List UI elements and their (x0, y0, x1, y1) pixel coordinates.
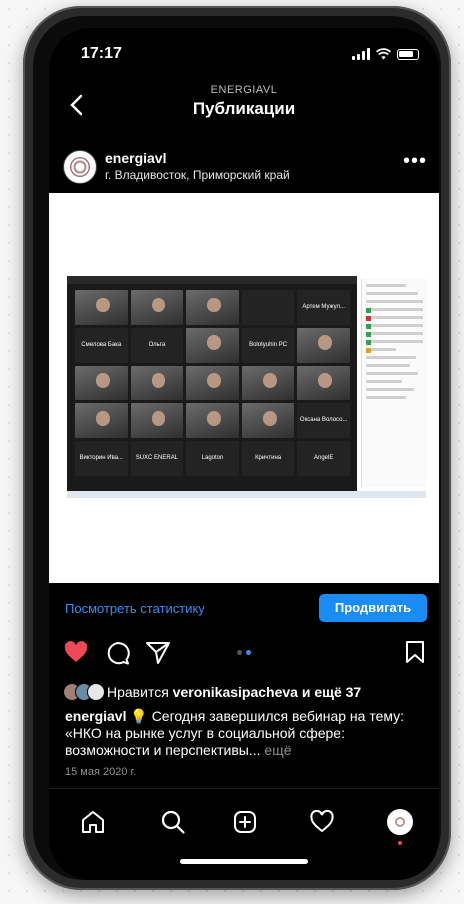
zoom-participant-name: Викторин Ива... (79, 455, 124, 462)
battery-icon (397, 49, 419, 60)
carousel-dots (237, 650, 251, 655)
app-screen: 17:17 ENERGIAVL Публикации energiavl г. … (49, 28, 439, 880)
post-image[interactable]: Артем Мужул... Смелова Бака Ольга Bolotyuhi… (49, 193, 439, 583)
search-icon[interactable] (160, 809, 186, 835)
signal-icon (352, 48, 370, 60)
zoom-participant-name: Ольга (148, 341, 166, 348)
zoom-title-bar (67, 276, 357, 284)
zoom-participant-tile (186, 365, 239, 401)
zoom-participant-name: Lagoton (201, 455, 224, 462)
zoom-participant-tile (186, 327, 239, 363)
zoom-participant-tile (241, 403, 295, 439)
home-icon[interactable] (80, 809, 106, 835)
zoom-participant-tile (75, 365, 128, 401)
post-header: energiavl г. Владивосток, Приморский кра… (49, 148, 439, 194)
profile-avatar-icon[interactable] (387, 809, 413, 835)
share-icon[interactable] (145, 640, 171, 666)
zoom-participant-tile (75, 403, 128, 439)
account-name: ENERGIAVL (210, 84, 278, 96)
status-icons (352, 48, 419, 60)
activity-heart-icon[interactable] (309, 809, 335, 835)
zoom-participant-tile: Артем Мужул... (297, 290, 350, 325)
zoom-participant-tile: AngelE (297, 441, 350, 476)
zoom-participant-tile (130, 290, 184, 325)
post-location[interactable]: г. Владивосток, Приморский край (105, 168, 290, 182)
home-indicator (180, 859, 308, 864)
post-caption: energiavl 💡 Сегодня завершился вебинар н… (65, 708, 425, 759)
zoom-gallery: Артем Мужул... Смелова Бака Ольга Bolotyuhi… (75, 290, 350, 476)
zoom-participant-tile (130, 365, 184, 401)
zoom-participant-tile: SUXC ENERAL (130, 441, 184, 476)
zoom-participant-name: AngelE (314, 455, 334, 462)
more-options-icon[interactable]: ••• (403, 150, 427, 173)
zoom-participant-name: Bolotyuhin PC (249, 341, 288, 348)
zoom-participant-name: Артем Мужул... (302, 303, 345, 310)
zoom-participant-tile (130, 403, 184, 439)
liker-avatars (63, 683, 105, 701)
nav-header: ENERGIAVL Публикации (49, 84, 439, 130)
post-date: 15 мая 2020 г. (65, 766, 137, 778)
zoom-participant-name: Кричтина (255, 455, 282, 462)
zoom-participant-tile: Bolotyuhin PC (241, 327, 295, 363)
zoom-participant-name: Смелова Бака (81, 341, 122, 348)
zoom-participant-name: Оксана Волосо... (299, 417, 348, 424)
likes-count[interactable]: и ещё 37 (302, 684, 361, 700)
post-actions: Посмотреть статистику Продвигать (49, 594, 439, 624)
zoom-participant-tile (297, 365, 350, 401)
zoom-participant-tile (186, 290, 239, 325)
zoom-participant-tile (241, 290, 295, 325)
caption-username[interactable]: energiavl (65, 708, 126, 724)
zoom-participant-tile (241, 365, 295, 401)
heart-filled-icon[interactable] (63, 640, 89, 664)
zoom-participant-tile: Lagoton (186, 441, 239, 476)
zoom-participants-panel (361, 279, 427, 487)
comment-icon[interactable] (105, 640, 131, 666)
caption-more-link[interactable]: ещё (264, 742, 291, 758)
zoom-participant-name: SUXC ENERAL (135, 455, 179, 462)
reaction-icons (49, 640, 439, 670)
notification-dot (398, 841, 402, 845)
zoom-participant-tile (186, 403, 239, 439)
zoom-participant-tile: Оксана Волосо... (297, 403, 350, 439)
zoom-participant-tile: Смелова Бака (75, 327, 128, 363)
status-bar: 17:17 (49, 42, 439, 66)
zoom-participant-tile (297, 327, 350, 363)
windows-taskbar (67, 491, 426, 498)
view-statistics-link[interactable]: Посмотреть статистику (65, 601, 205, 616)
zoom-participant-tile: Кричтина (241, 441, 295, 476)
page-title: Публикации (192, 99, 296, 118)
logo-mark (70, 157, 90, 177)
likes-summary[interactable]: Нравится veronikasipacheva и ещё 37 (63, 682, 361, 702)
post-username[interactable]: energiavl (105, 150, 166, 166)
promote-button[interactable]: Продвигать (319, 594, 427, 622)
wifi-icon (376, 48, 391, 60)
avatar[interactable] (63, 150, 97, 184)
bookmark-icon[interactable] (405, 640, 425, 664)
zoom-participant-tile: Ольга (130, 327, 184, 363)
bottom-tab-bar (49, 788, 439, 879)
new-post-icon[interactable] (232, 809, 258, 835)
zoom-participant-tile (75, 290, 128, 325)
status-time: 17:17 (81, 45, 122, 62)
likes-prefix: Нравится (107, 684, 169, 700)
liked-by-user[interactable]: veronikasipacheva (173, 684, 298, 700)
zoom-participant-tile: Викторин Ива... (75, 441, 128, 476)
zoom-screenshot: Артем Мужул... Смелова Бака Ольга Bolotyuhi… (67, 276, 357, 491)
